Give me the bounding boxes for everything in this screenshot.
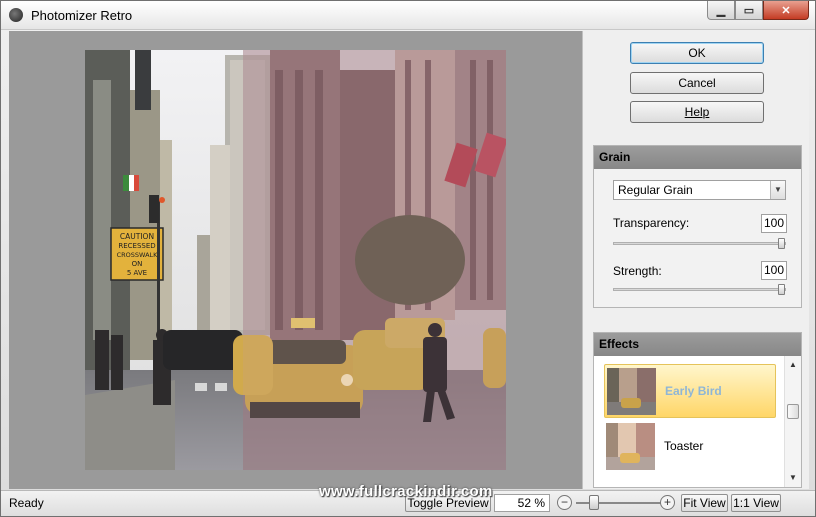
effect-name: Early Bird: [665, 384, 722, 398]
help-label: Help: [684, 105, 710, 119]
sign-line-2: RECESSED: [118, 242, 155, 250]
watermark-text: www.fullcrackindir.com: [319, 483, 493, 500]
app-logo-icon: [9, 8, 23, 22]
zoom-in-icon[interactable]: +: [660, 495, 675, 510]
help-button[interactable]: Help: [630, 101, 764, 123]
effects-scrollbar[interactable]: ▲ ▼: [784, 356, 801, 487]
side-panel: OK Cancel Help Grain Regular Grain ▼ Tra…: [582, 31, 809, 489]
ok-button[interactable]: OK: [630, 42, 764, 64]
strength-slider-thumb[interactable]: [778, 284, 785, 295]
chevron-down-icon[interactable]: ▼: [770, 181, 785, 199]
transparency-label: Transparency:: [613, 216, 690, 230]
status-text: Ready: [9, 496, 44, 510]
effects-panel: Effects Early Bird Toaster ▲ ▼: [593, 332, 802, 488]
scroll-up-icon[interactable]: ▲: [785, 358, 801, 372]
effects-header: Effects: [594, 333, 801, 356]
cancel-label: Cancel: [678, 76, 716, 90]
maximize-icon: ▭: [743, 4, 755, 17]
effects-list[interactable]: Early Bird Toaster ▲ ▼: [594, 356, 801, 487]
effect-thumbnail: [606, 423, 655, 470]
strength-label: Strength:: [613, 264, 662, 278]
sign-line-3: CROSSWALK: [117, 251, 159, 259]
sign-line-5: 5 AVE: [127, 269, 147, 277]
grain-panel: Grain Regular Grain ▼ Transparency: 100 …: [593, 145, 802, 308]
zoom-level-field[interactable]: 52 %: [494, 494, 550, 512]
transparency-input[interactable]: 100: [761, 214, 787, 233]
grain-header: Grain: [594, 146, 801, 169]
minimize-button[interactable]: ▁: [707, 1, 735, 20]
effect-item-toaster[interactable]: Toaster: [604, 420, 776, 474]
sign-line-1: CAUTION: [120, 232, 154, 241]
preview-photo[interactable]: CAUTION RECESSED CROSSWALK ON 5 AVE: [85, 50, 506, 470]
sign-line-4: ON: [132, 260, 143, 268]
strength-slider[interactable]: [613, 284, 786, 295]
maximize-button[interactable]: ▭: [735, 1, 763, 20]
window-controls: ▁ ▭ ✕: [707, 1, 809, 20]
minimize-icon: ▁: [716, 4, 726, 17]
cancel-button[interactable]: Cancel: [630, 72, 764, 94]
ok-label: OK: [688, 46, 706, 60]
app-window: Photomizer Retro ▁ ▭ ✕ CAUTION RECESSED …: [0, 0, 816, 517]
transparency-slider-thumb[interactable]: [778, 238, 785, 249]
grain-type-select[interactable]: Regular Grain ▼: [613, 180, 786, 200]
city-street-image: CAUTION RECESSED CROSSWALK ON 5 AVE: [85, 50, 506, 470]
zoom-out-icon[interactable]: −: [557, 495, 572, 510]
transparency-slider[interactable]: [613, 238, 786, 249]
effect-item-early-bird[interactable]: Early Bird: [604, 364, 776, 418]
close-icon: ✕: [781, 4, 791, 17]
title-bar[interactable]: Photomizer Retro ▁ ▭ ✕: [1, 1, 815, 30]
caution-sign: CAUTION RECESSED CROSSWALK ON 5 AVE: [110, 227, 164, 281]
window-title: Photomizer Retro: [31, 8, 133, 23]
zoom-slider-thumb[interactable]: [589, 495, 599, 510]
grain-type-value: Regular Grain: [618, 183, 693, 197]
preview-area[interactable]: CAUTION RECESSED CROSSWALK ON 5 AVE: [9, 31, 582, 489]
close-button[interactable]: ✕: [763, 1, 809, 20]
scroll-thumb[interactable]: [787, 404, 799, 419]
effect-thumbnail: [607, 368, 656, 415]
effect-name: Toaster: [664, 439, 704, 453]
strength-input[interactable]: 100: [761, 261, 787, 280]
one-to-one-view-button[interactable]: 1:1 View: [731, 494, 781, 512]
fit-view-button[interactable]: Fit View: [681, 494, 728, 512]
scroll-down-icon[interactable]: ▼: [785, 471, 801, 485]
